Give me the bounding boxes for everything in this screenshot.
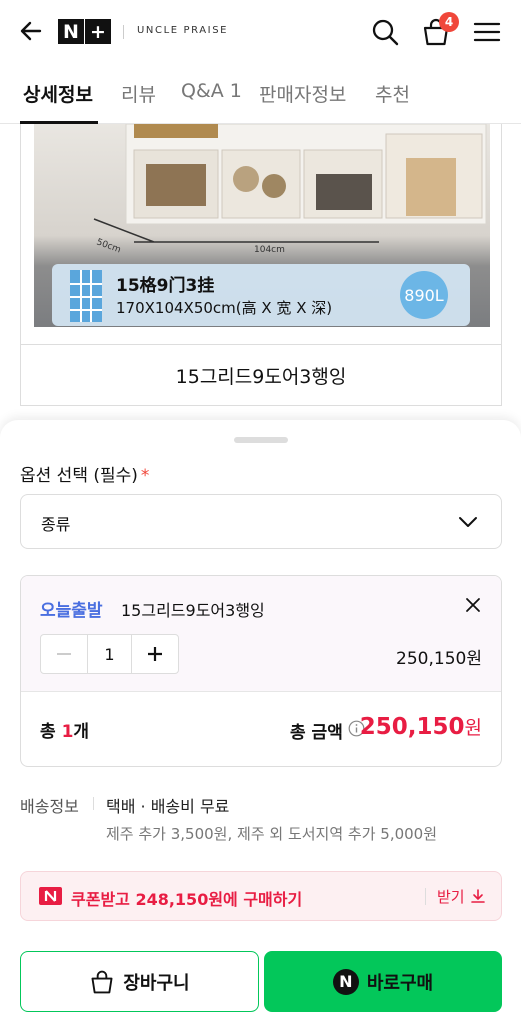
product-option-image-card: 50cm 104cm 15格9门3挂 170X104X50cm(高 X 宽 X … [20, 124, 502, 406]
tab-reviews[interactable]: 리뷰 [121, 80, 156, 107]
quantity-stepper: 1 [40, 634, 179, 674]
naver-plus-logo[interactable]: N + [58, 19, 111, 44]
svg-text:170X104X50cm(高 X 宽 X 深): 170X104X50cm(高 X 宽 X 深) [116, 299, 332, 317]
sheet-drag-handle[interactable] [234, 437, 288, 443]
close-icon[interactable] [463, 595, 483, 615]
product-option-caption: 15그리드9도어3행잉 [21, 344, 501, 405]
tab-qna[interactable]: Q&A 1 [181, 80, 242, 102]
cart-bag-icon [91, 970, 113, 993]
logo-letter-plus: + [85, 19, 111, 44]
total-summary-row: 총 1개 총 금액 250,150원 [21, 693, 501, 766]
shipping-info-label: 배송정보 [20, 797, 79, 816]
store-brand-name[interactable]: UNCLE PRAISE [137, 25, 228, 36]
coupon-banner[interactable]: 쿠폰받고 248,150원에 구매하기 받기 [20, 871, 502, 921]
buy-now-label: 바로구매 [366, 972, 434, 994]
total-count-suffix: 개 [73, 722, 90, 742]
coupon-text: 쿠폰받고 248,150원에 구매하기 [71, 890, 303, 909]
storage-cabinet-illustration: 50cm 104cm 15格9门3挂 170X104X50cm(高 X 宽 X … [52, 124, 487, 326]
svg-text:104cm: 104cm [254, 245, 285, 255]
purchase-bottom-sheet: 옵션 선택 (필수) * 종류 오늘출발 15그리드9도어3행잉 1 250,15 [0, 420, 521, 1024]
svg-text:50cm: 50cm [95, 237, 122, 255]
back-arrow-icon[interactable] [18, 18, 44, 44]
option-line-price: 250,150원 [396, 649, 482, 669]
hamburger-menu-icon[interactable] [472, 17, 502, 47]
naver-n-icon [39, 887, 62, 905]
detail-tabs: 상세정보 리뷰 Q&A 1 판매자정보 추천 [0, 64, 521, 124]
quantity-value[interactable]: 1 [86, 635, 133, 673]
selected-option-name: 15그리드9도어3행잉 [121, 601, 265, 620]
cart-count-badge: 4 [439, 12, 459, 32]
shipping-info-value: 택배 · 배송비 무료 [106, 797, 230, 816]
brand-divider [123, 25, 124, 39]
coupon-get-label[interactable]: 받기 [437, 886, 465, 907]
add-to-cart-label: 장바구니 [123, 972, 190, 994]
download-icon[interactable] [470, 888, 486, 904]
total-amount: 250,150원 [360, 713, 482, 740]
coupon-divider [425, 888, 426, 905]
option-title-text: 옵션 선택 (필수) [20, 466, 138, 486]
selected-option-box: 오늘출발 15그리드9도어3행잉 1 250,150원 총 1개 총 금액 25… [20, 575, 502, 767]
total-count-number: 1 [61, 722, 74, 742]
tab-seller-info[interactable]: 판매자정보 [259, 80, 346, 107]
plus-icon [148, 647, 163, 661]
logo-letter-n: N [58, 19, 84, 44]
total-amount-currency: 원 [464, 717, 482, 739]
search-icon[interactable] [370, 17, 400, 47]
tab-recommend[interactable]: 추천 [375, 80, 410, 107]
shipping-divider [93, 797, 94, 810]
total-amount-label: 총 금액 [290, 723, 343, 743]
svg-text:15格9门3挂: 15格9门3挂 [116, 275, 214, 296]
option-select-value: 종류 [41, 515, 71, 534]
option-type-select[interactable]: 종류 [20, 494, 502, 549]
decrease-quantity-button[interactable] [41, 635, 87, 673]
total-count-prefix: 총 [40, 722, 62, 742]
total-count: 총 1개 [40, 717, 89, 742]
tab-details[interactable]: 상세정보 [23, 80, 93, 107]
chevron-down-icon [459, 517, 477, 527]
naver-pay-icon: N [332, 968, 359, 995]
increase-quantity-button[interactable] [132, 635, 178, 673]
buy-now-button[interactable]: N 바로구매 [264, 951, 502, 1012]
required-mark: * [140, 466, 150, 486]
svg-text:890L: 890L [404, 286, 444, 305]
shipping-extra-fee: 제주 추가 3,500원, 제주 외 도서지역 추가 5,000원 [106, 825, 438, 843]
product-image[interactable]: 50cm 104cm 15格9门3挂 170X104X50cm(高 X 宽 X … [34, 124, 490, 327]
option-section-title: 옵션 선택 (필수) * [20, 461, 149, 486]
add-to-cart-button[interactable]: 장바구니 [20, 951, 259, 1012]
total-amount-value: 250,150 [359, 714, 465, 740]
selected-option-item: 오늘출발 15그리드9도어3행잉 1 250,150원 [21, 576, 501, 692]
minus-icon [56, 653, 71, 655]
today-shipping-badge: 오늘출발 [40, 601, 103, 621]
top-header: N + UNCLE PRAISE 4 [0, 0, 521, 64]
